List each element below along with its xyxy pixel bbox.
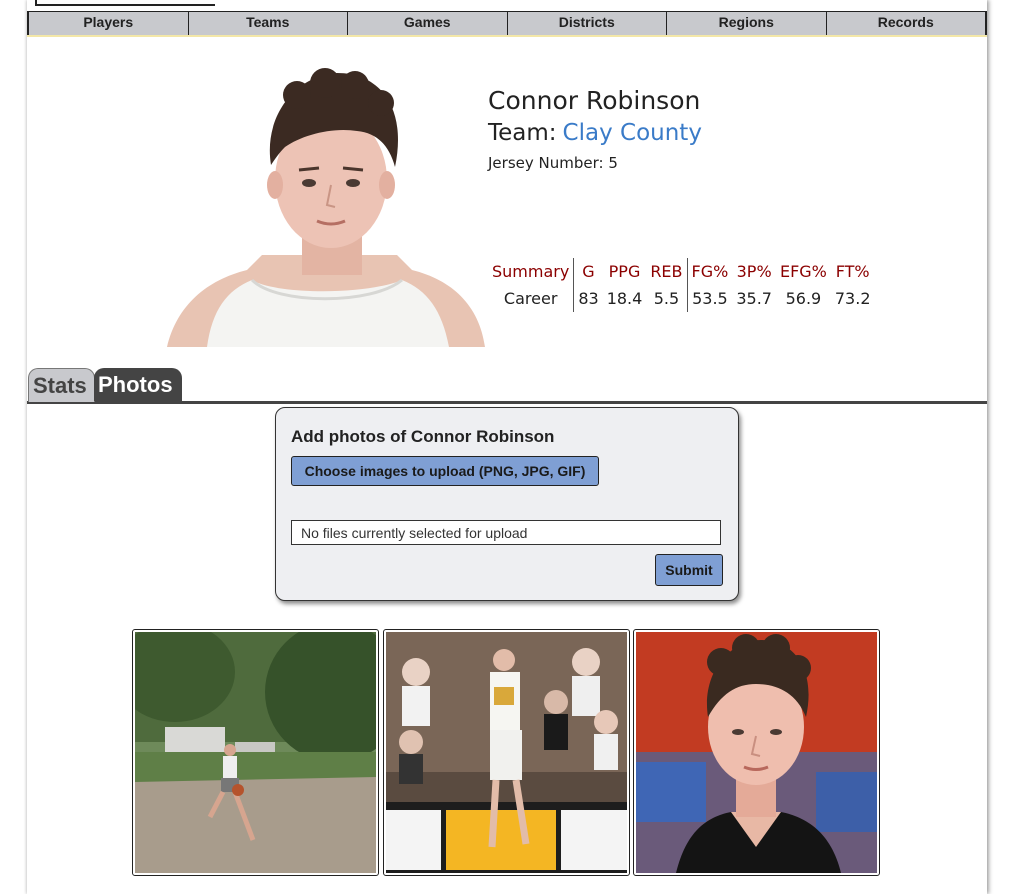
- choose-images-button[interactable]: Choose images to upload (PNG, JPG, GIF): [291, 456, 599, 486]
- ppg-header: PPG: [608, 262, 641, 281]
- jersey-number: Jersey Number: 5: [488, 154, 618, 172]
- player-headshot-image: [167, 55, 485, 347]
- nav-regions[interactable]: Regions: [666, 12, 826, 35]
- efg-pct-value: 56.9: [785, 289, 822, 308]
- ft-pct-value: 73.2: [834, 289, 871, 308]
- summary-header: Summary: [488, 258, 575, 285]
- tab-stats[interactable]: Stats: [28, 368, 95, 402]
- team-link[interactable]: Clay County: [563, 120, 702, 146]
- site-logo-fragment: [35, 0, 215, 6]
- three-pct-header: 3P%: [736, 262, 772, 281]
- portrait-photo: [636, 632, 877, 873]
- player-name: Connor Robinson: [488, 86, 701, 115]
- nav-teams[interactable]: Teams: [187, 12, 348, 35]
- reb-header: REB: [646, 258, 688, 285]
- photo-thumbnail[interactable]: [132, 629, 379, 876]
- file-selection-status: No files currently selected for upload: [291, 520, 721, 545]
- career-summary-table: Summary G PPG REB FG% 3P% EFG% FT% Caree…: [488, 258, 875, 312]
- games-value: 83: [578, 289, 599, 308]
- team-line: Team: Clay County: [488, 120, 702, 146]
- page-container: Players Teams Games Districts Regions Re…: [27, 0, 987, 894]
- nav-districts[interactable]: Districts: [506, 12, 667, 35]
- reb-value: 5.5: [646, 285, 688, 312]
- upload-title: Add photos of Connor Robinson: [291, 427, 555, 446]
- outdoor-court-photo: [135, 632, 376, 873]
- three-pct-value: 35.7: [736, 289, 772, 308]
- submit-button[interactable]: Submit: [655, 554, 723, 586]
- nav-divider: [27, 35, 987, 37]
- fg-pct-value: 53.5: [692, 289, 728, 308]
- fg-pct-header: FG%: [691, 262, 729, 281]
- photo-thumbnail[interactable]: [633, 629, 880, 876]
- profile-tabs: Stats Photos: [27, 365, 987, 404]
- ppg-value: 18.4: [606, 289, 643, 308]
- tab-photos[interactable]: Photos: [94, 368, 182, 401]
- career-row: Career 83 18.4 5.5 53.5 35.7 56.9 73.2: [488, 285, 875, 312]
- game-action-photo: [386, 632, 627, 873]
- main-nav: Players Teams Games Districts Regions Re…: [27, 11, 987, 36]
- photo-upload-panel: Add photos of Connor Robinson Choose ima…: [275, 407, 739, 601]
- nav-games[interactable]: Games: [347, 12, 507, 35]
- efg-pct-header: EFG%: [779, 262, 827, 281]
- nav-players[interactable]: Players: [27, 12, 188, 35]
- team-label: Team:: [488, 120, 557, 146]
- photo-thumbnail[interactable]: [383, 629, 630, 876]
- games-header: G: [582, 262, 595, 281]
- ft-pct-header: FT%: [835, 262, 870, 281]
- nav-records[interactable]: Records: [825, 12, 987, 35]
- career-label: Career: [488, 285, 575, 312]
- summary-header-row: Summary G PPG REB FG% 3P% EFG% FT%: [488, 258, 875, 285]
